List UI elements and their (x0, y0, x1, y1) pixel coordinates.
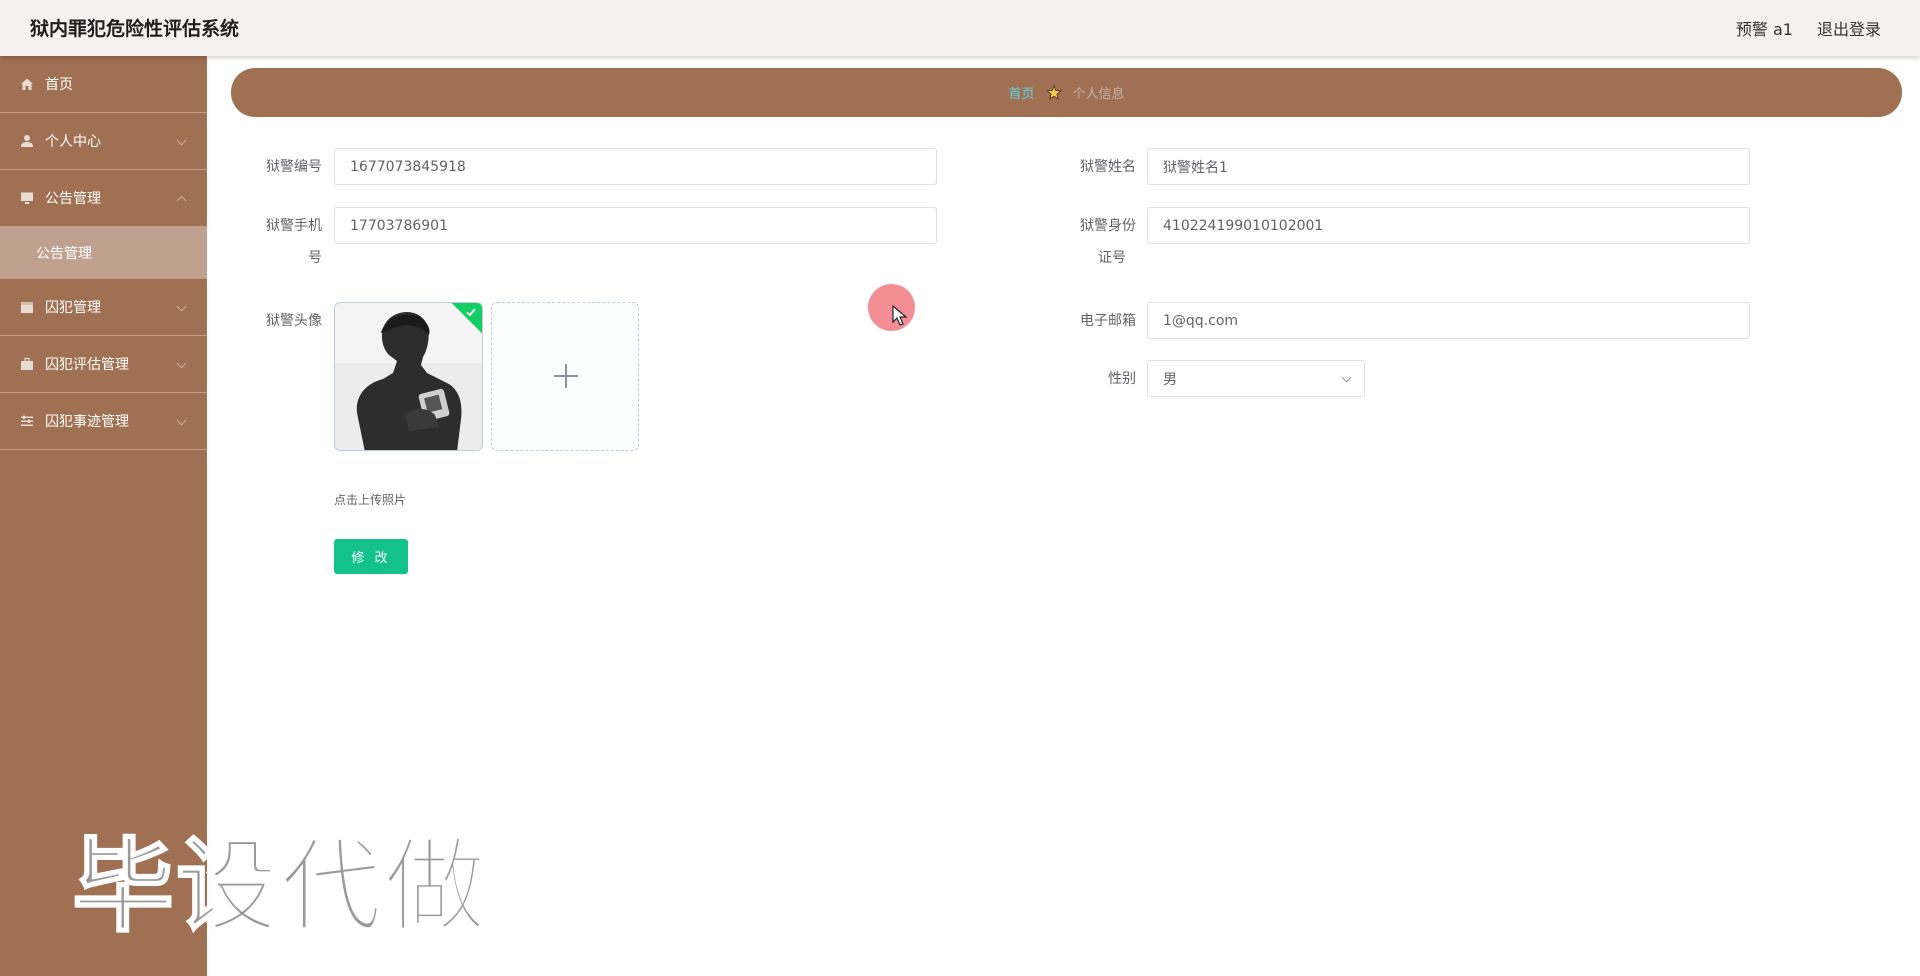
idcard-label-line2: 证号 (1098, 250, 1126, 266)
gender-select[interactable]: 男 (1147, 360, 1365, 397)
plus-icon-vertical (565, 364, 567, 388)
avatar-label: 狱警头像 (266, 313, 322, 329)
breadcrumb-home-link[interactable]: 首页 (1008, 83, 1034, 102)
sliders-icon (21, 415, 33, 426)
name-label: 狱警姓名 (1080, 159, 1136, 175)
sidebar-item-prisoner-deeds[interactable]: 囚犯事迹管理 (0, 393, 207, 450)
calendar-icon (21, 302, 33, 313)
app-title: 狱内罪犯危险性评估系统 (30, 18, 240, 40)
phone-label: 狱警手机 号 (262, 215, 322, 269)
breadcrumb-current: 个人信息 (1072, 87, 1125, 102)
sidebar-item-label: 公告管理 (45, 191, 101, 207)
idcard-label: 狱警身份 证号 (1066, 215, 1136, 269)
top-header: 狱内罪犯危险性评估系统 预警 a1 退出登录 (0, 0, 1920, 56)
email-field[interactable]: 1@qq.com (1147, 302, 1750, 339)
header-actions: 预警 a1 退出登录 (1736, 16, 1881, 40)
gender-label: 性别 (1108, 371, 1136, 387)
chevron-down-icon (176, 301, 187, 312)
sidebar-item-prisoner[interactable]: 囚犯管理 (0, 279, 207, 336)
sidebar-subitem-label: 公告管理 (36, 245, 92, 262)
logout-link[interactable]: 退出登录 (1817, 16, 1881, 40)
sidebar-item-personal[interactable]: 个人中心 (0, 113, 207, 170)
upload-hint: 点击上传照片 (334, 493, 407, 507)
number-field[interactable]: 1677073845918 (334, 148, 937, 185)
check-icon (466, 308, 476, 317)
idcard-field[interactable]: 410224199010102001 (1147, 207, 1750, 244)
number-label: 狱警编号 (266, 159, 322, 175)
name-field[interactable]: 狱警姓名1 (1147, 148, 1750, 185)
sidebar-item-home[interactable]: 首页 (0, 56, 207, 113)
chevron-up-icon (176, 195, 187, 206)
modify-button[interactable]: 修 改 (334, 539, 408, 574)
chevron-down-icon (176, 358, 187, 369)
avatar-upload-button[interactable] (491, 302, 639, 451)
star-icon (1045, 84, 1062, 100)
briefcase-icon (21, 357, 33, 370)
phone-field[interactable]: 17703786901 (334, 207, 937, 244)
user-icon (21, 135, 33, 147)
mouse-pointer-icon (892, 305, 908, 326)
idcard-label-line1: 狱警身份 (1080, 218, 1136, 234)
sidebar-item-label: 个人中心 (45, 134, 101, 150)
home-icon (21, 78, 33, 90)
sidebar-item-announcement[interactable]: 公告管理 (0, 170, 207, 227)
chevron-down-icon (176, 415, 187, 426)
email-label: 电子邮箱 (1080, 313, 1136, 329)
breadcrumb: 首页 个人信息 (231, 68, 1902, 117)
sidebar-item-label: 囚犯管理 (45, 300, 101, 316)
sidebar-item-label: 首页 (45, 77, 73, 93)
current-user-label: 预警 a1 (1735, 20, 1793, 39)
gender-selected-value: 男 (1163, 371, 1177, 388)
phone-label-line1: 狱警手机 (266, 218, 322, 234)
sidebar-subitem-announcement[interactable]: 公告管理 (0, 227, 207, 279)
sidebar-item-prisoner-assessment[interactable]: 囚犯评估管理 (0, 336, 207, 393)
chevron-down-icon (176, 135, 187, 146)
avatar-photo (335, 303, 482, 450)
avatar-image[interactable] (334, 302, 483, 451)
chevron-down-icon (1341, 372, 1352, 383)
phone-label-line2: 号 (308, 250, 322, 266)
watermark-text: 毕设代做 (71, 827, 488, 948)
monitor-icon (21, 192, 33, 204)
sidebar-item-label: 囚犯事迹管理 (45, 414, 129, 430)
sidebar-item-label: 囚犯评估管理 (45, 357, 129, 373)
